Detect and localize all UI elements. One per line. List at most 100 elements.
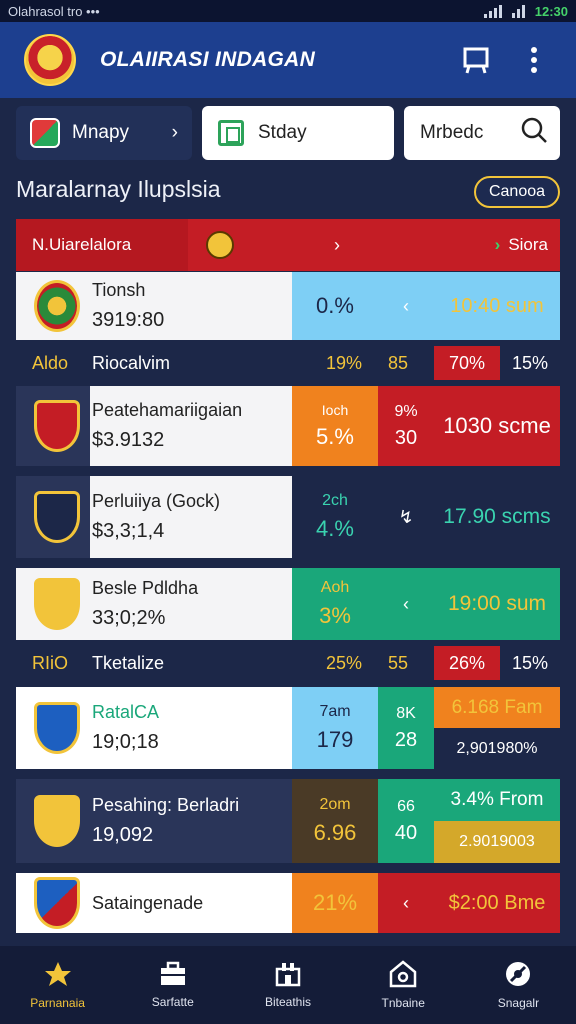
mid-cell: 66 40	[378, 779, 434, 863]
team-value: $3,3;1,4	[92, 520, 165, 542]
section-pill-button[interactable]: Canooa	[474, 176, 560, 208]
time-cell: 3.4% From 2.9019003	[434, 779, 560, 863]
stadium-icon	[275, 963, 301, 987]
search-icon	[520, 116, 548, 150]
team-logo	[34, 578, 80, 630]
home-icon	[389, 960, 417, 988]
team-cell: Besle Pdldha 33;0;2%	[16, 568, 292, 640]
arrow-icon: ‹	[378, 272, 434, 340]
pct-cell: Aoh 3%	[292, 568, 378, 640]
status-bar-left: Olahrasol tro •••	[8, 3, 100, 19]
tab-schedule[interactable]: Sarfatte	[115, 946, 230, 1024]
arrow-icon: ↯	[398, 506, 414, 527]
mid-cell: 8K 28	[378, 687, 434, 769]
pct-cell: 21%	[292, 873, 378, 933]
time-cell: 19:00 sum	[434, 568, 560, 640]
stats-label: Riocalvim	[92, 352, 171, 373]
team-cell: Tionsh 3919:80	[16, 272, 292, 340]
time-cell: 1030 scme	[434, 386, 560, 466]
pct-cell: 0.%	[292, 272, 378, 340]
team-value: $3.9132	[92, 429, 165, 451]
team-name: Pesahing: Berladri	[92, 795, 240, 815]
team-value: 3919:80	[92, 309, 165, 331]
stats-last: 15%	[511, 652, 549, 673]
signal-icon	[483, 4, 502, 18]
section-title: Maralarnay Ilupslsia	[16, 176, 221, 202]
tab-settings[interactable]: Snagalr	[461, 946, 576, 1024]
nav-selector-label: Mnapy	[72, 122, 130, 143]
clock: 12:30	[534, 3, 568, 19]
match-card[interactable]: Perluiiya (Gock) $3,3;1,4 2ch 4.% ↯ 17.90 …	[16, 476, 560, 558]
chevron-right-icon: ›	[494, 235, 501, 254]
pct-cell: 2ch 4.%	[316, 492, 354, 541]
stats-num: 55	[387, 652, 409, 673]
pct-cell: Ioch 5.%	[292, 386, 378, 466]
pct-cell: 7am 179	[292, 687, 378, 769]
stats-pct: 19%	[325, 352, 362, 373]
chevron-right-icon: ›	[334, 234, 340, 255]
team-cell: Peatehamariigaian $3.9132	[16, 386, 292, 466]
stats-pct: 25%	[325, 652, 362, 673]
arrow-icon: ‹	[378, 873, 434, 933]
team-logo	[34, 280, 80, 332]
bag-icon[interactable]	[452, 36, 500, 84]
time-cell: $2:00 Bme	[434, 873, 560, 933]
team-value: 33;0;2%	[92, 607, 166, 629]
bottom-tab-bar: Parnanaia Sarfatte Biteathis Tnbaine Sna…	[0, 946, 576, 1024]
tab-label: Parnanaia	[30, 996, 85, 1010]
badge-icon	[206, 231, 234, 259]
calendar-icon	[218, 120, 244, 146]
team-cell: Pesahing: Berladri 19,092	[16, 779, 292, 863]
team-logo	[34, 491, 80, 543]
time-cell: 10:40 sum	[434, 272, 560, 340]
wifi-icon	[511, 4, 525, 18]
tab-label: Sarfatte	[151, 995, 194, 1009]
arrow-icon: ‹	[378, 568, 434, 640]
search-field[interactable]: Mrbedc	[404, 106, 560, 160]
status-bar: Olahrasol tro ••• 12:30	[0, 0, 576, 22]
team-name: Sataingenade	[92, 892, 204, 913]
stats-row: Aldo Riocalvim 19% 85 70% 15%	[16, 343, 560, 383]
match-card[interactable]: Besle Pdldha 33;0;2% Aoh 3% ‹ 19:00 sum	[16, 568, 560, 640]
stats-last: 15%	[511, 352, 549, 373]
more-vert-icon[interactable]	[510, 36, 558, 84]
shield-icon	[30, 118, 60, 148]
stats-code: Aldo	[32, 352, 69, 373]
tab-label: Tnbaine	[381, 996, 425, 1010]
stats-num: 85	[387, 352, 409, 373]
team-name: RatalCA	[92, 702, 160, 722]
match-card[interactable]: RatalCA 19;0;18 7am 179 8K 28 6.168 Fam 2,9…	[16, 687, 560, 769]
day-selector-label: Stday	[258, 122, 307, 143]
app-title: OLAIIRASI INDAGAN	[100, 48, 316, 71]
club-crest-logo	[24, 34, 76, 86]
team-logo	[34, 702, 80, 754]
tab-label: Biteathis	[264, 995, 312, 1009]
team-name: Besle Pdldha	[92, 578, 199, 598]
briefcase-icon	[160, 961, 185, 985]
team-cell: Perluiiya (Gock) $3,3;1,4	[16, 476, 292, 558]
team-name: Tionsh	[92, 280, 146, 300]
mid-cell: 9% 30	[378, 386, 434, 466]
time-cell: 6.168 Fam 2,901980%	[434, 687, 560, 769]
match-card[interactable]: Pesahing: Berladri 19,092 2om 6.96 66 40 3.…	[16, 779, 560, 863]
match-card[interactable]: Tionsh 3919:80 0.% ‹ 10:40 sum	[16, 272, 560, 340]
star-icon	[44, 962, 71, 986]
stats-label: Tketalize	[92, 652, 165, 673]
app-bar: OLAIIRASI INDAGAN	[0, 22, 576, 98]
tab-table[interactable]: Tnbaine	[346, 946, 461, 1024]
stats-code: RIiO	[32, 652, 68, 673]
pct-cell: 2om 6.96	[292, 779, 378, 863]
stats-badge: 70%	[434, 346, 500, 380]
nav-selector[interactable]: Mnapy ›	[16, 106, 192, 160]
team-cell: Sataingenade	[16, 873, 292, 933]
tab-home[interactable]: Parnanaia	[0, 946, 115, 1024]
match-card[interactable]: Sataingenade 21% ‹ $2:00 Bme	[16, 873, 560, 933]
team-value: 19;0;18	[92, 731, 159, 753]
search-placeholder: Mrbedc	[420, 122, 484, 143]
time-cell: 17.90 scms	[443, 505, 551, 528]
stats-badge: 26%	[434, 646, 500, 680]
match-card[interactable]: Peatehamariigaian $3.9132 Ioch 5.% 9% 30 10…	[16, 386, 560, 466]
tab-stats[interactable]: Biteathis	[230, 946, 345, 1024]
header-row[interactable]: N.Uiarelalora › › Siora	[16, 219, 560, 271]
day-selector[interactable]: Stday	[202, 106, 394, 160]
